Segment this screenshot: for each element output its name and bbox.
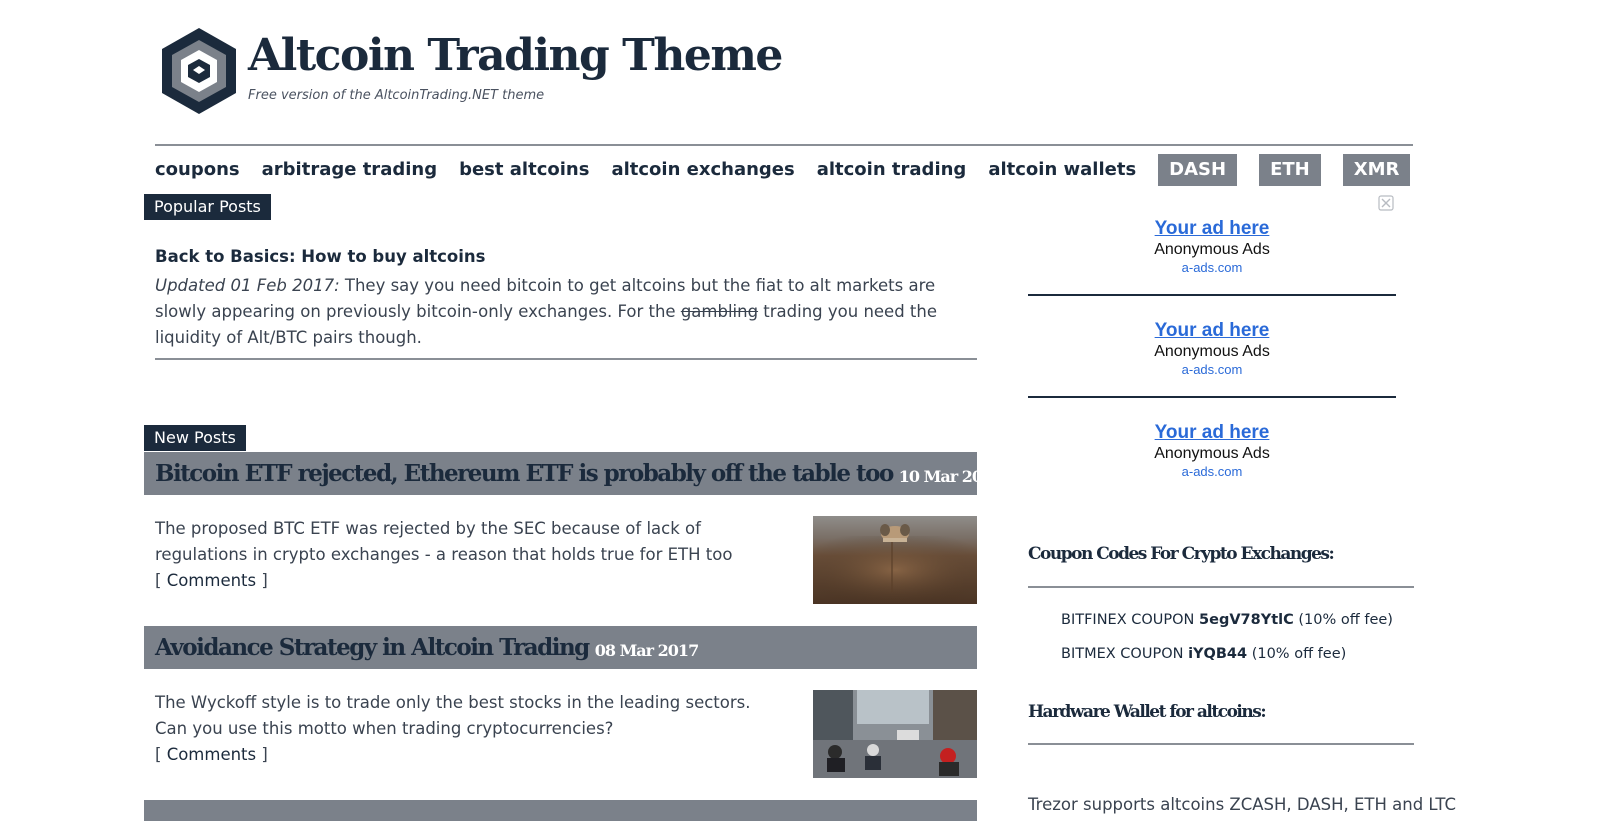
popular-divider <box>155 358 977 360</box>
coupon-deal: (10% off fee) <box>1251 646 1347 662</box>
post-date: 10 Mar 2017 <box>898 466 977 486</box>
coupon-item: BITFINEX COUPON 5egV78YtlC (10% off fee) <box>1061 612 1393 628</box>
coupon-code[interactable]: iYQB44 <box>1188 646 1247 662</box>
nav-pill-eth[interactable]: ETH <box>1259 154 1321 186</box>
nav-pill-xmr[interactable]: XMR <box>1342 154 1411 186</box>
ad-block[interactable]: Your ad here Anonymous Ads a-ads.com <box>1028 320 1396 377</box>
post-excerpt: The Wyckoff style is to trade only the b… <box>155 690 755 768</box>
post-thumbnail-dog-image[interactable] <box>813 516 977 604</box>
popular-post-updated: Updated 01 Feb 2017: <box>155 276 340 295</box>
popular-posts-label: Popular Posts <box>144 194 271 220</box>
site-logo-icon[interactable] <box>160 26 238 116</box>
wallet-heading: Hardware Wallet for altcoins: <box>1028 702 1267 722</box>
nav-item-altcoin-trading[interactable]: altcoin trading <box>817 154 967 186</box>
ad-block[interactable]: Your ad here Anonymous Ads a-ads.com <box>1028 218 1396 275</box>
wallet-text: Trezor supports altcoins ZCASH, DASH, ET… <box>1028 795 1456 814</box>
main-nav: coupons arbitrage trading best altcoins … <box>155 154 1432 186</box>
post-header: Bitcoin ETF rejected, Ethereum ETF is pr… <box>144 452 977 495</box>
coupon-deal: (10% off fee) <box>1298 612 1393 628</box>
ad-block[interactable]: Your ad here Anonymous Ads a-ads.com <box>1028 422 1396 479</box>
nav-item-arbitrage-trading[interactable]: arbitrage trading <box>262 154 437 186</box>
post-header <box>144 800 977 821</box>
ad-network: Anonymous Ads <box>1154 343 1270 360</box>
ad-headline[interactable]: Your ad here <box>1028 320 1396 342</box>
post-comments: [ Comments ] <box>155 745 268 764</box>
post-title[interactable]: Avoidance Strategy in Altcoin Trading <box>155 634 590 661</box>
ad-network: Anonymous Ads <box>1154 445 1270 462</box>
nav-item-best-altcoins[interactable]: best altcoins <box>459 154 589 186</box>
comments-link[interactable]: Comments <box>167 745 256 764</box>
ad-network: Anonymous Ads <box>1154 241 1270 258</box>
coupon-name: BITFINEX COUPON <box>1061 612 1195 628</box>
post-date: 08 Mar 2017 <box>594 640 699 660</box>
ad-headline[interactable]: Your ad here <box>1028 422 1396 444</box>
post-comments: [ Comments ] <box>155 571 268 590</box>
coupon-name: BITMEX COUPON <box>1061 646 1184 662</box>
popular-post-text-strike: gambling <box>680 302 759 321</box>
coupons-heading: Coupon Codes For Crypto Exchanges: <box>1028 544 1335 564</box>
site-tagline: Free version of the AltcoinTrading.NET t… <box>248 88 545 103</box>
post-title[interactable]: Bitcoin ETF rejected, Ethereum ETF is pr… <box>155 460 894 487</box>
site-title[interactable]: Altcoin Trading Theme <box>248 28 783 84</box>
nav-item-altcoin-exchanges[interactable]: altcoin exchanges <box>611 154 794 186</box>
nav-item-altcoin-wallets[interactable]: altcoin wallets <box>988 154 1136 186</box>
coupon-item: BITMEX COUPON iYQB44 (10% off fee) <box>1061 646 1346 662</box>
new-posts-label: New Posts <box>144 425 246 451</box>
sidebar-divider <box>1028 743 1414 745</box>
page: Altcoin Trading Theme Free version of th… <box>0 0 1600 821</box>
sidebar-divider <box>1028 586 1414 588</box>
ad-headline[interactable]: Your ad here <box>1028 218 1396 240</box>
ad-url[interactable]: a-ads.com <box>1028 464 1396 479</box>
ad-url[interactable]: a-ads.com <box>1028 362 1396 377</box>
post-excerpt-text: The proposed BTC ETF was rejected by the… <box>155 519 733 564</box>
comments-link[interactable]: Comments <box>167 571 256 590</box>
nav-pill-dash[interactable]: DASH <box>1158 154 1238 186</box>
post-excerpt: The proposed BTC ETF was rejected by the… <box>155 516 755 594</box>
post-excerpt-text: The Wyckoff style is to trade only the b… <box>155 693 751 738</box>
popular-post-excerpt: Updated 01 Feb 2017: They say you need b… <box>155 273 977 351</box>
header-divider <box>155 144 1413 146</box>
ad-divider <box>1028 396 1396 398</box>
post-header: Avoidance Strategy in Altcoin Trading 08… <box>144 626 977 669</box>
ad-divider <box>1028 294 1396 296</box>
popular-post-title[interactable]: Back to Basics: How to buy altcoins <box>155 247 485 266</box>
nav-item-coupons[interactable]: coupons <box>155 154 240 186</box>
ad-url[interactable]: a-ads.com <box>1028 260 1396 275</box>
ad-close-icon[interactable] <box>1378 195 1394 211</box>
post-thumbnail-street-image[interactable] <box>813 690 977 778</box>
coupon-code[interactable]: 5egV78YtlC <box>1199 612 1294 628</box>
